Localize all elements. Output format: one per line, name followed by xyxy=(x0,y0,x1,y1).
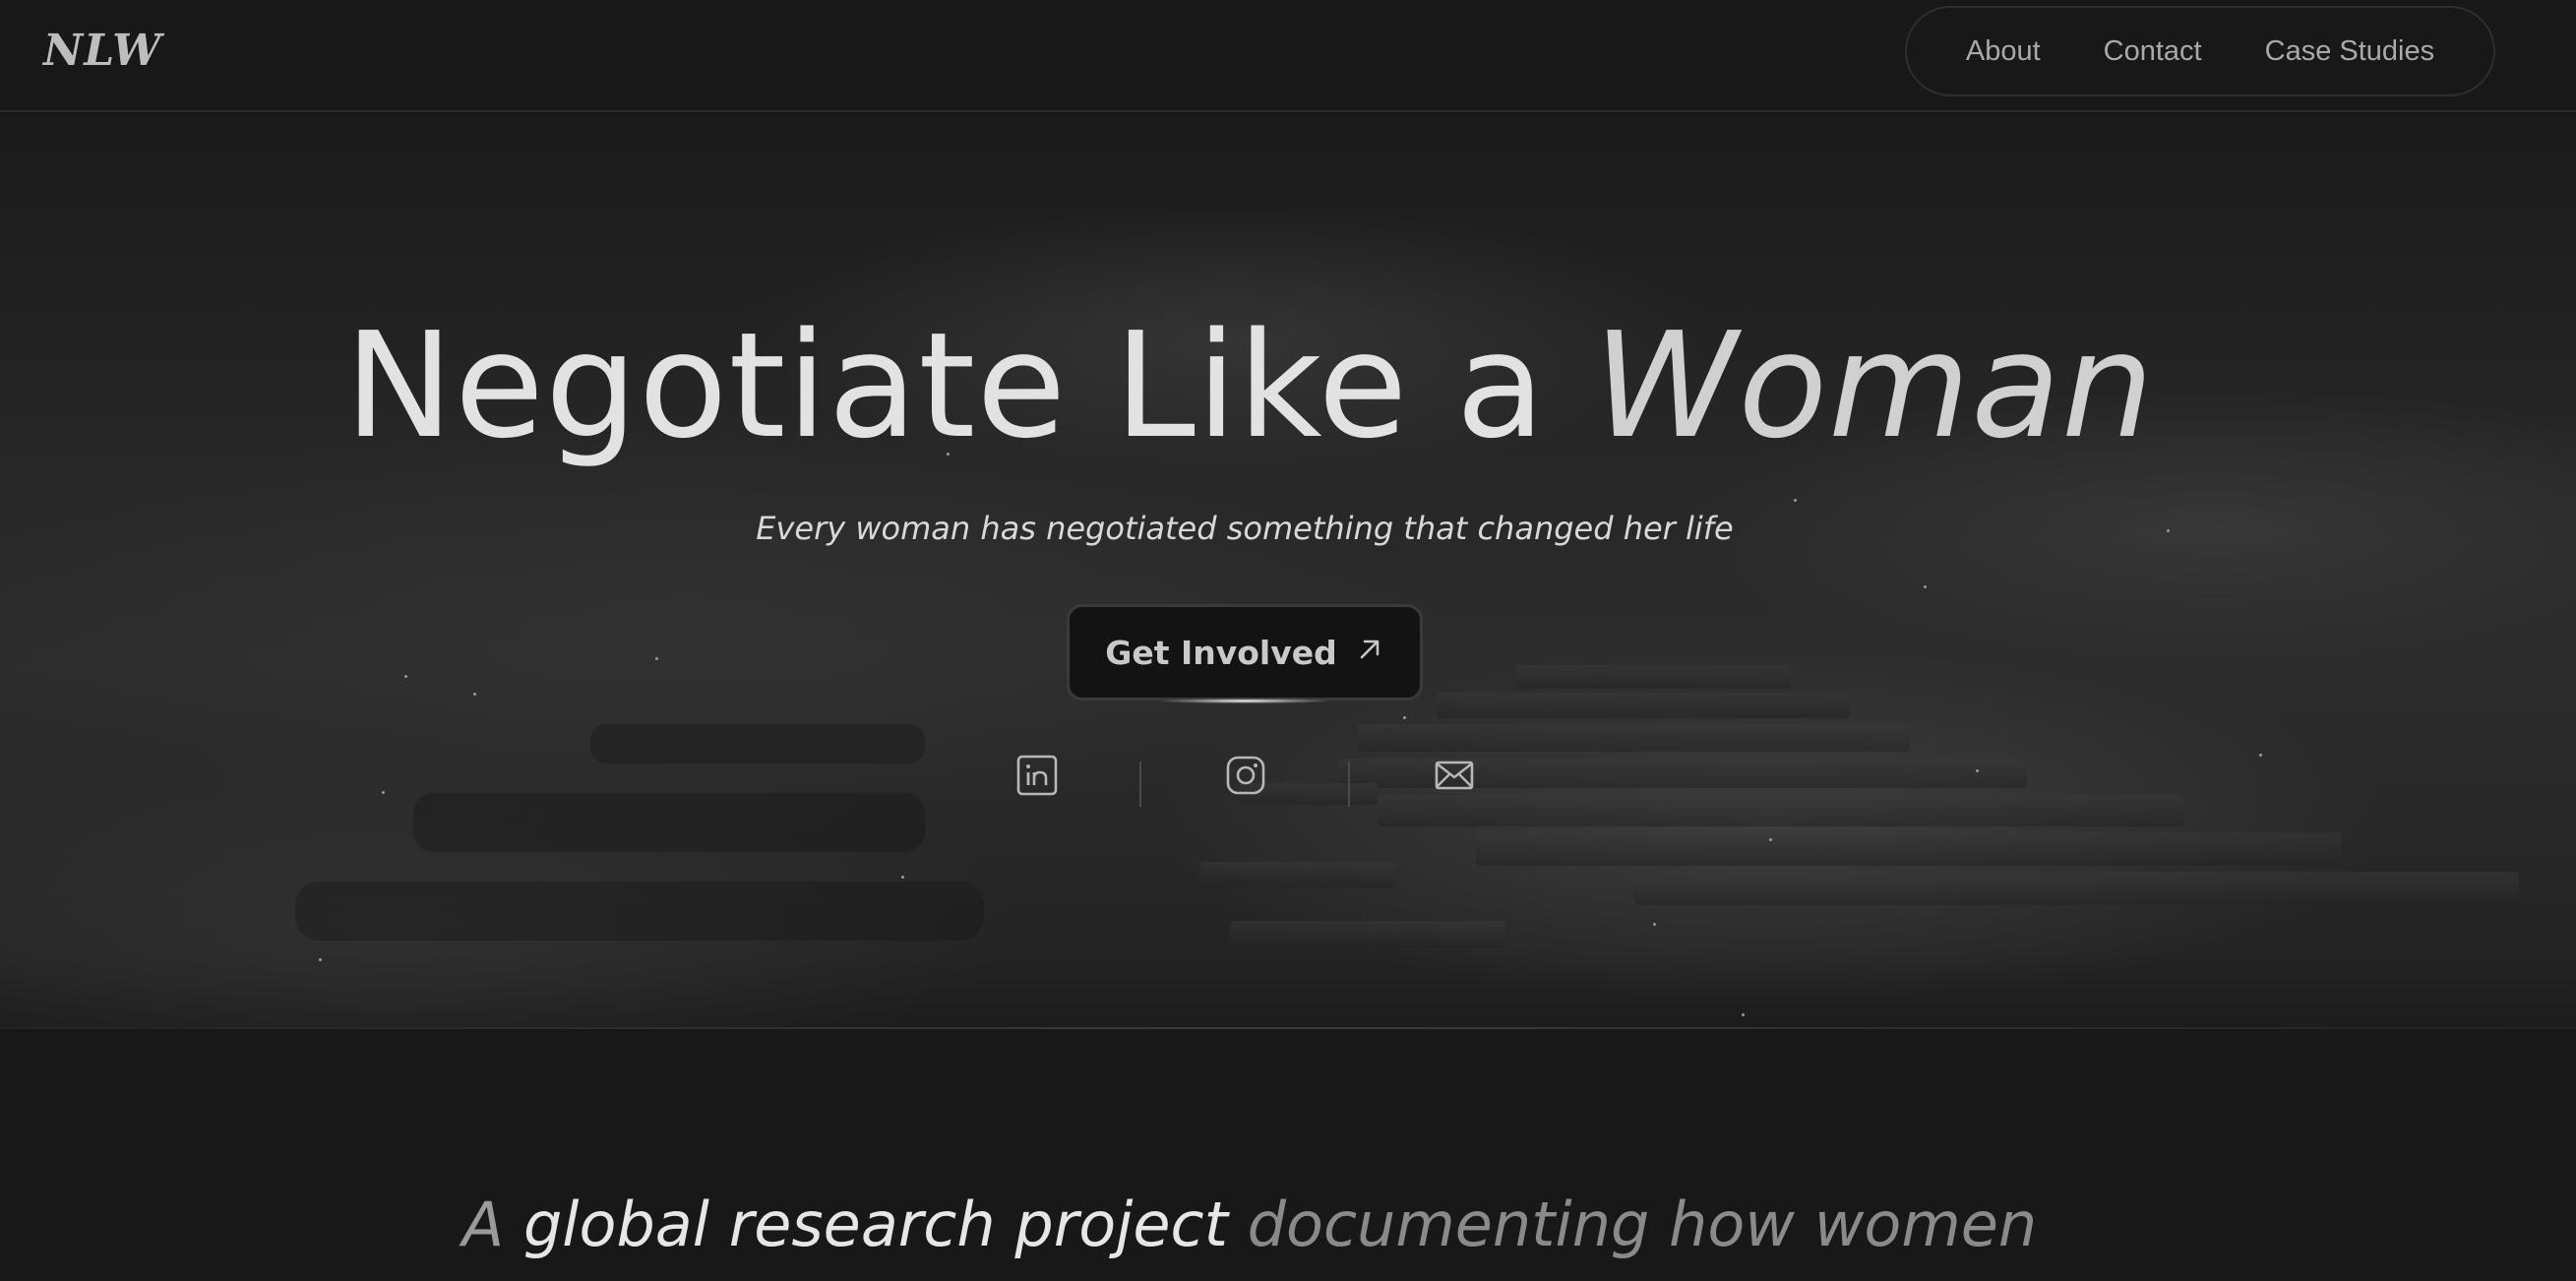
sparkle-dot xyxy=(473,693,476,696)
sparkle-dot xyxy=(1924,585,1927,588)
sparkle-dot xyxy=(1794,499,1797,502)
tagline-part-1: A xyxy=(461,1189,505,1260)
sparkle-dot xyxy=(2259,754,2262,757)
research-tagline: A global research project documenting ho… xyxy=(0,1189,2499,1260)
sparkle-dot xyxy=(901,876,904,879)
sparkle-dot xyxy=(1976,769,1979,772)
hero-title-main: Negotiate Like a xyxy=(344,301,1547,470)
linkedin-icon[interactable] xyxy=(1012,750,1063,801)
social-divider xyxy=(1139,762,1141,807)
main-nav: About Contact Case Studies xyxy=(1905,6,2495,96)
nav-about-link[interactable]: About xyxy=(1966,35,2041,68)
tagline-highlight: global research project xyxy=(522,1189,1228,1260)
mail-icon[interactable] xyxy=(1429,750,1480,801)
get-involved-button[interactable]: Get Involved xyxy=(1067,604,1423,701)
hero-section: Negotiate Like a Woman Every woman has n… xyxy=(0,114,2576,1029)
hero-bottom-border xyxy=(0,1027,2576,1029)
page: NLW About Contact Case Studies Negotiate… xyxy=(0,0,2576,1281)
sparkle-dot xyxy=(1742,1013,1745,1016)
sparkle-dot xyxy=(404,675,407,678)
site-logo[interactable]: NLW xyxy=(43,26,162,76)
nav-contact-link[interactable]: Contact xyxy=(2104,35,2202,68)
site-header: NLW About Contact Case Studies xyxy=(0,0,2576,112)
hero-title: Negotiate Like a Woman xyxy=(0,301,2499,470)
arrow-up-right-icon xyxy=(1355,634,1384,672)
tagline-part-3: documenting how women xyxy=(1247,1189,2038,1260)
social-divider xyxy=(1348,762,1350,807)
get-involved-label: Get Involved xyxy=(1105,633,1337,672)
instagram-icon[interactable] xyxy=(1220,750,1271,801)
sparkle-dot xyxy=(1769,838,1772,841)
hero-background-image xyxy=(295,665,2519,948)
sparkle-dot xyxy=(382,791,385,794)
sparkle-dot xyxy=(1653,923,1656,926)
hero-subtitle: Every woman has negotiated something tha… xyxy=(756,510,1734,547)
nav-case-studies-link[interactable]: Case Studies xyxy=(2265,35,2435,68)
cta-glow xyxy=(1161,699,1328,703)
sparkle-dot xyxy=(319,958,322,961)
sparkle-dot xyxy=(655,657,658,660)
sparkle-dot xyxy=(1403,716,1406,719)
hero-title-italic: Woman xyxy=(1593,301,2155,470)
